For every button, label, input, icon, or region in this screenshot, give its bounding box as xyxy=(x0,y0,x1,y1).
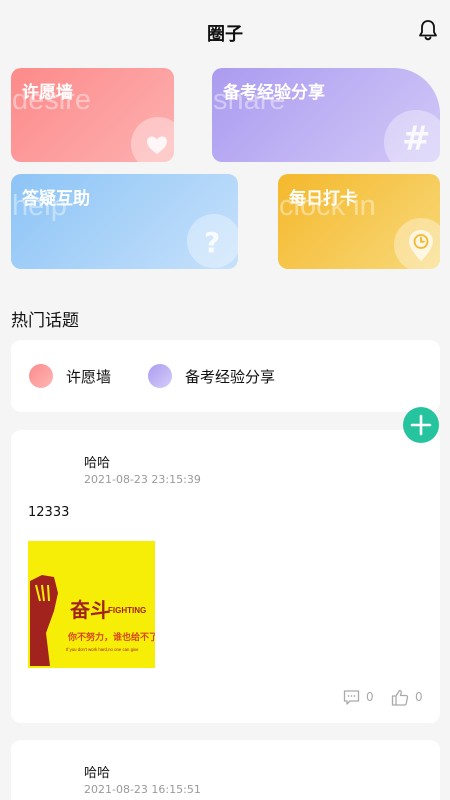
post-content: 12333 xyxy=(28,505,70,520)
post-image[interactable]: 奋斗 FIGHTING 你不努力，谁也给不了你 If you don't wor… xyxy=(28,541,155,668)
like-count: 0 xyxy=(415,690,423,704)
image-big-text: 奋斗 xyxy=(69,598,110,622)
comment-icon xyxy=(343,690,360,705)
svg-text:#: # xyxy=(402,119,431,159)
add-post-button[interactable] xyxy=(403,407,439,443)
topic-label: 备考经验分享 xyxy=(185,367,276,386)
clock-pin-icon xyxy=(394,218,440,269)
topic-item-desire[interactable]: 许愿墙 xyxy=(29,364,111,388)
post-card[interactable]: 哈哈 2021-08-23 16:15:51 xyxy=(11,740,440,800)
post-author: 哈哈 xyxy=(84,766,111,781)
question-icon: ? xyxy=(187,214,238,268)
like-button[interactable]: 0 xyxy=(391,688,423,706)
heart-icon xyxy=(131,117,174,162)
page-title: 圈子 xyxy=(207,24,243,45)
topic-item-share[interactable]: 备考经验分享 xyxy=(148,364,275,388)
category-card-share[interactable]: share 备考经验分享 # xyxy=(212,68,440,162)
image-line1: 你不努力，谁也给不了你 xyxy=(67,631,155,643)
image-line2: If you don't work hard,no one can give xyxy=(66,647,139,652)
card-label: 每日打卡 xyxy=(289,189,357,209)
header-bar: 圈子 xyxy=(0,0,450,60)
thumbs-up-icon xyxy=(391,689,409,706)
category-card-desire[interactable]: desire 许愿墙 xyxy=(11,68,174,162)
category-card-help[interactable]: help 答疑互助 ? xyxy=(11,174,238,269)
topic-label: 许愿墙 xyxy=(66,367,112,386)
post-time: 2021-08-23 23:15:39 xyxy=(84,473,201,486)
svg-text:?: ? xyxy=(204,226,220,259)
bell-icon[interactable] xyxy=(416,18,440,42)
post-card[interactable]: 哈哈 2021-08-23 23:15:39 12333 奋斗 FIGHTING… xyxy=(11,430,440,723)
post-author: 哈哈 xyxy=(84,456,111,471)
card-label: 备考经验分享 xyxy=(223,83,325,103)
fist-illustration: 奋斗 FIGHTING 你不努力，谁也给不了你 If you don't wor… xyxy=(28,541,155,668)
plus-icon xyxy=(410,414,432,436)
topic-dot xyxy=(29,364,53,388)
post-time: 2021-08-23 16:15:51 xyxy=(84,783,201,796)
comment-button[interactable]: 0 xyxy=(343,688,374,706)
card-label: 答疑互助 xyxy=(22,189,90,209)
image-en-text: FIGHTING xyxy=(108,606,146,615)
comment-count: 0 xyxy=(366,690,374,704)
hot-topics-panel: 许愿墙 备考经验分享 xyxy=(11,340,440,412)
card-label: 许愿墙 xyxy=(22,83,73,103)
hot-topics-title: 热门话题 xyxy=(11,311,79,331)
category-card-clock-in[interactable]: clock in 每日打卡 xyxy=(278,174,440,269)
hash-icon: # xyxy=(384,110,440,162)
topic-dot xyxy=(148,364,172,388)
